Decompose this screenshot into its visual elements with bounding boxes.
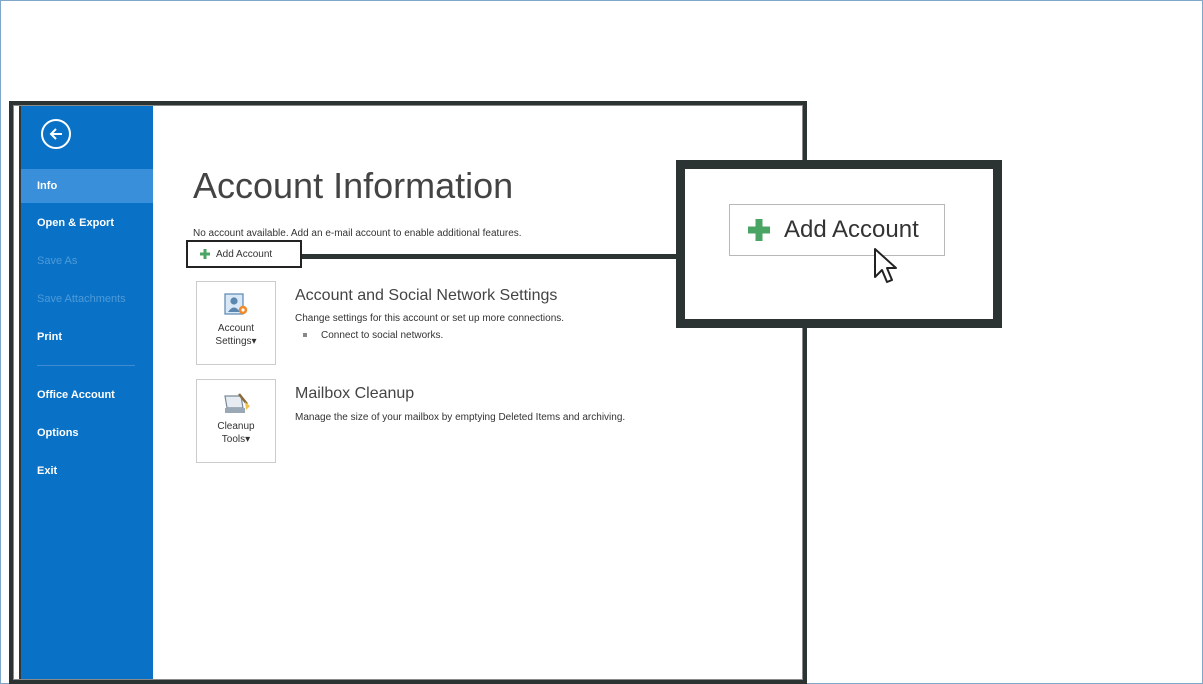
social-networks-text: Connect to social networks.	[321, 330, 444, 341]
nav-item-print[interactable]: Print	[21, 320, 153, 354]
nav-item-office-account[interactable]: Office Account	[21, 378, 153, 412]
mouse-pointer-icon	[874, 248, 897, 283]
social-networks-bullet: Connect to social networks.	[303, 330, 443, 341]
account-settings-label-line1: Account	[217, 323, 255, 334]
cleanup-tools-label-line1: Cleanup	[217, 421, 255, 432]
account-settings-heading: Account and Social Network Settings	[295, 287, 558, 304]
cleanup-tools-tile[interactable]: Cleanup Tools▾	[196, 379, 276, 463]
add-account-zoomed-label: Add Account	[784, 216, 919, 243]
add-account-button[interactable]: Add Account	[186, 240, 302, 268]
bullet-icon	[303, 333, 307, 338]
nav-separator	[37, 365, 135, 366]
cleanup-tools-icon	[224, 393, 250, 413]
back-button[interactable]	[41, 119, 71, 149]
cleanup-tools-label-line2: Tools	[221, 434, 246, 445]
plus-icon	[748, 219, 770, 241]
account-settings-tile[interactable]: Account Settings▾	[196, 281, 276, 365]
add-account-label: Add Account	[216, 248, 273, 260]
callout-connector	[302, 254, 692, 259]
nav-item-options[interactable]: Options	[21, 416, 153, 450]
nav-item-save-attachments: Save Attachments	[37, 293, 126, 305]
account-settings-label-line2: Settings	[215, 336, 252, 347]
account-settings-icon	[224, 293, 248, 315]
nav-item-exit[interactable]: Exit	[21, 454, 153, 488]
nav-item-save-as: Save As	[37, 255, 78, 267]
add-account-button-zoomed[interactable]: Add Account	[729, 204, 945, 256]
backstage-sidebar: Info Open & Export Save As Save Attachme…	[19, 105, 153, 680]
nav-item-open-export[interactable]: Open & Export	[21, 206, 153, 240]
dropdown-arrow-icon: ▾	[245, 434, 251, 445]
no-account-message: No account available. Add an e-mail acco…	[193, 228, 522, 239]
dropdown-arrow-icon: ▾	[251, 336, 257, 347]
plus-icon	[200, 249, 210, 259]
zoom-callout: Add Account	[676, 160, 1002, 328]
page-title: Account Information	[193, 165, 514, 206]
nav-item-info[interactable]: Info	[21, 169, 153, 203]
back-arrow-icon	[49, 128, 62, 140]
mailbox-cleanup-description: Manage the size of your mailbox by empty…	[295, 412, 626, 423]
account-settings-description: Change settings for this account or set …	[295, 313, 565, 324]
mailbox-cleanup-heading: Mailbox Cleanup	[295, 385, 415, 402]
